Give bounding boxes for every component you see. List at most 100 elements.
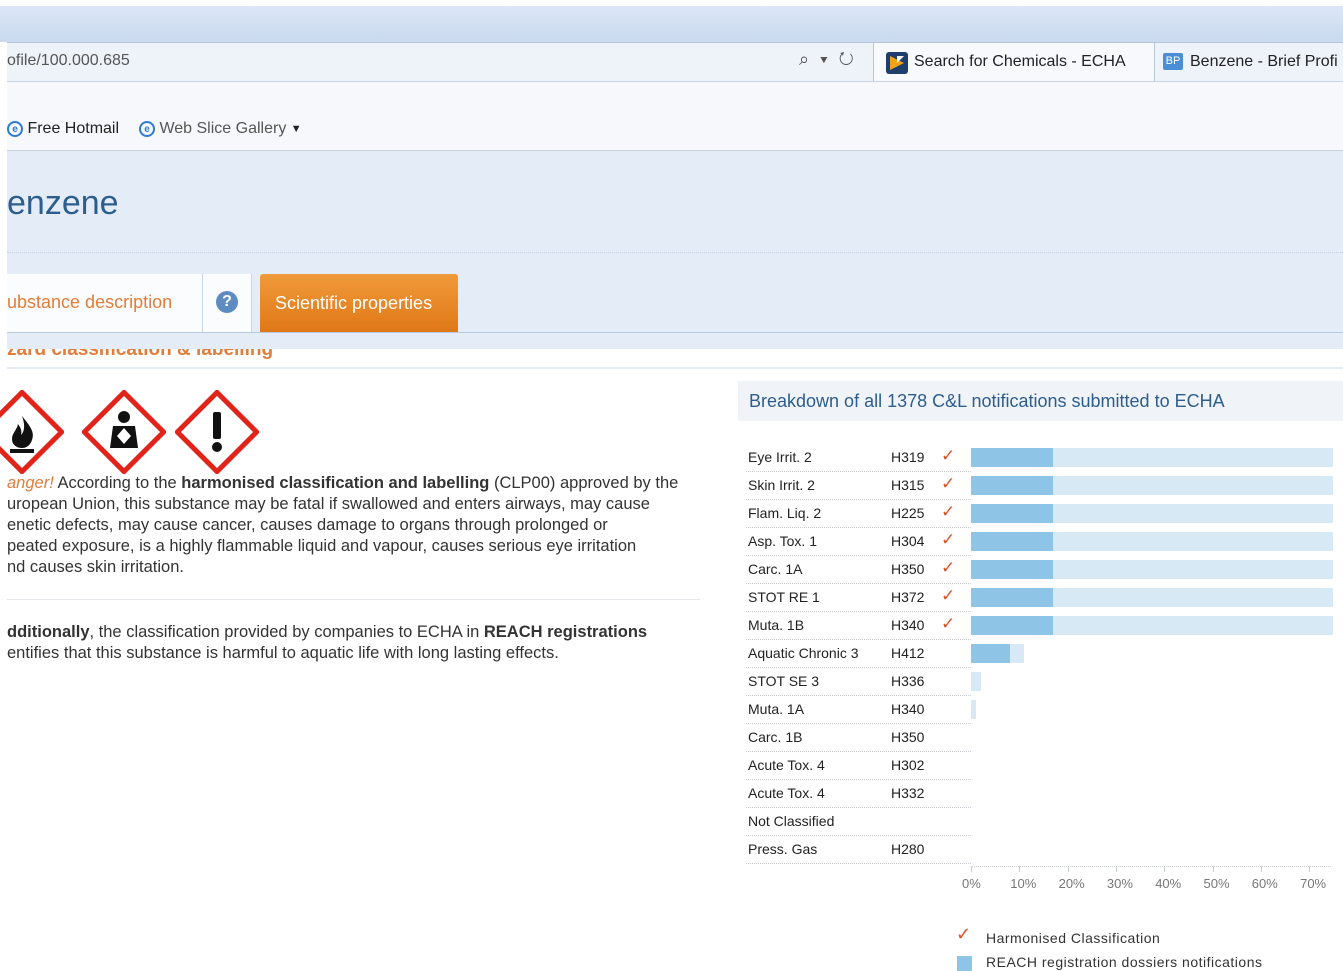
hazard-code: H372 [891, 589, 925, 605]
favorite-web-slice-gallery[interactable]: e Web Slice Gallery ▼ [139, 120, 302, 138]
chart-title: Breakdown of all 1378 C&L notifications … [749, 391, 1225, 411]
url-field[interactable]: ofile/100.000.685 [7, 52, 130, 70]
classification-name: Skin Irrit. 2 [748, 477, 815, 493]
hazard-code: H280 [891, 841, 925, 857]
axis-tick-mark [1115, 866, 1117, 872]
text: , the classification provided by compani… [89, 623, 484, 641]
chart-row: Asp. Tox. 1 H304 ✓ [746, 528, 1343, 556]
axis-tick-label: 40% [1155, 876, 1182, 891]
reach-bar[interactable] [971, 588, 1054, 607]
classification-name: Not Classified [748, 813, 835, 829]
harmonised-check-icon: ✓ [941, 474, 956, 493]
help-button[interactable]: ? [203, 274, 252, 332]
tab-scientific-properties[interactable]: Scientific properties [260, 274, 458, 332]
flammable-pictogram-icon [0, 390, 64, 474]
browser-tab-benzene[interactable]: BP Benzene - Brief Profi [1155, 43, 1343, 81]
tab-label: ubstance description [7, 292, 173, 312]
chart-row: Muta. 1B H340 ✓ [746, 612, 1343, 640]
chart-row: Aquatic Chronic 3 H412 [746, 640, 1343, 668]
paragraph-line: enetic defects, may cause cancer, causes… [7, 516, 608, 534]
reach-bar[interactable] [971, 532, 1054, 551]
chart-row: Not Classified [746, 808, 1343, 836]
legend-reach-label: REACH registration dossiers notification… [986, 954, 1263, 970]
legend-bar-swatch [957, 956, 972, 971]
chart-row: Eye Irrit. 2 H319 ✓ [746, 444, 1343, 472]
reach-bar[interactable] [971, 476, 1054, 495]
classification-name: STOT SE 3 [748, 673, 820, 689]
favorite-free-hotmail[interactable]: e Free Hotmail [7, 120, 119, 138]
chart-row: Flam. Liq. 2 H225 ✓ [746, 500, 1343, 528]
paragraph-line: uropean Union, this substance may be fat… [7, 495, 650, 513]
favorites-bar: e Free Hotmail e Web Slice Gallery ▼ [7, 82, 1343, 151]
chart-row: Acute Tox. 4 H332 [746, 780, 1343, 808]
paragraph-line: entifies that this substance is harmful … [7, 644, 559, 662]
chart-row: Muta. 1A H340 [746, 696, 1343, 724]
hazard-code: H225 [891, 505, 925, 521]
axis-tick-mark [1164, 866, 1166, 872]
axis-tick-mark [1067, 866, 1069, 872]
chart-row: Skin Irrit. 2 H315 ✓ [746, 472, 1343, 500]
classification-name: Eye Irrit. 2 [748, 449, 812, 465]
chart-row: STOT RE 1 H372 ✓ [746, 584, 1343, 612]
page-header: enzene ubstance description ? Scientific… [7, 151, 1343, 351]
danger-label: anger! [7, 474, 54, 492]
harmonised-check-icon: ✓ [941, 586, 956, 605]
paragraph-line: dditionally, the classification provided… [7, 622, 707, 643]
harmonised-check-icon: ✓ [941, 614, 956, 633]
notification-bar[interactable] [971, 672, 981, 691]
window-top-strip [0, 0, 1343, 42]
paragraph-line: anger! According to the harmonised class… [7, 473, 707, 494]
ie-page-icon: e [7, 121, 23, 137]
classification-name: Acute Tox. 4 [748, 785, 825, 801]
text: (CLP00) approved by the [489, 474, 679, 492]
address-bar: ofile/100.000.685 ⌕ ▾ ↻ Search for Chemi… [7, 42, 1343, 82]
axis-tick-mark [1212, 866, 1214, 872]
hazard-code: H319 [891, 449, 925, 465]
reach-registrations-link[interactable]: REACH registrations [484, 623, 647, 641]
ie-page-icon: e [139, 121, 155, 137]
classification-paragraph: anger! According to the harmonised class… [7, 473, 707, 578]
reach-bar[interactable] [971, 448, 1054, 467]
classification-name: Carc. 1B [748, 729, 803, 745]
hazard-code: H340 [891, 617, 925, 633]
page-title: enzene [7, 184, 119, 222]
hazard-code: H315 [891, 477, 925, 493]
additionally-label: dditionally [7, 623, 90, 641]
chart-row: Press. Gas H280 [746, 836, 1343, 864]
hazard-code: H302 [891, 757, 925, 773]
paragraph-line: peated exposure, is a highly flammable l… [7, 537, 637, 555]
hazard-code: H350 [891, 561, 925, 577]
favorite-label: Free Hotmail [27, 120, 120, 137]
notification-bar[interactable] [971, 700, 976, 719]
harmonised-check-icon: ✓ [941, 558, 956, 577]
browser-tab-echa-search[interactable]: Search for Chemicals - ECHA [873, 43, 1155, 81]
reach-bar[interactable] [971, 616, 1054, 635]
search-refresh-icons[interactable]: ⌕ ▾ ↻ [799, 49, 857, 70]
harmonised-check-icon: ✓ [956, 924, 972, 944]
section-header: zard classification & labelling [7, 349, 1343, 369]
reach-bar[interactable] [971, 504, 1054, 523]
tab-substance-description[interactable]: ubstance description [7, 274, 203, 332]
classification-name: Carc. 1A [748, 561, 803, 577]
axis-tick-label: 0% [962, 876, 981, 891]
reach-bar[interactable] [971, 560, 1054, 579]
text: According to the [53, 474, 182, 492]
dropdown-arrow-icon[interactable]: ▼ [291, 123, 302, 135]
harmonised-check-icon: ✓ [941, 502, 956, 521]
classification-name: Acute Tox. 4 [748, 757, 825, 773]
axis-tick-label: 50% [1203, 876, 1230, 891]
axis-tick-label: 20% [1058, 876, 1085, 891]
harmonised-classification-link[interactable]: harmonised classification and labelling [181, 474, 489, 492]
classification-name: Muta. 1A [748, 701, 805, 717]
classification-name: Flam. Liq. 2 [748, 505, 822, 521]
classification-name: Aquatic Chronic 3 [748, 645, 859, 661]
axis-tick-label: 30% [1106, 876, 1133, 891]
classification-name: Muta. 1B [748, 617, 805, 633]
chart-row: Carc. 1A H350 ✓ [746, 556, 1343, 584]
reach-bar[interactable] [971, 644, 1010, 663]
chart-row: STOT SE 3 H336 [746, 668, 1343, 696]
hazard-code: H304 [891, 533, 925, 549]
health-hazard-pictogram-icon [82, 390, 166, 474]
harmonised-check-icon: ✓ [941, 446, 956, 465]
browser-tab-label: Benzene - Brief Profi [1190, 53, 1338, 70]
